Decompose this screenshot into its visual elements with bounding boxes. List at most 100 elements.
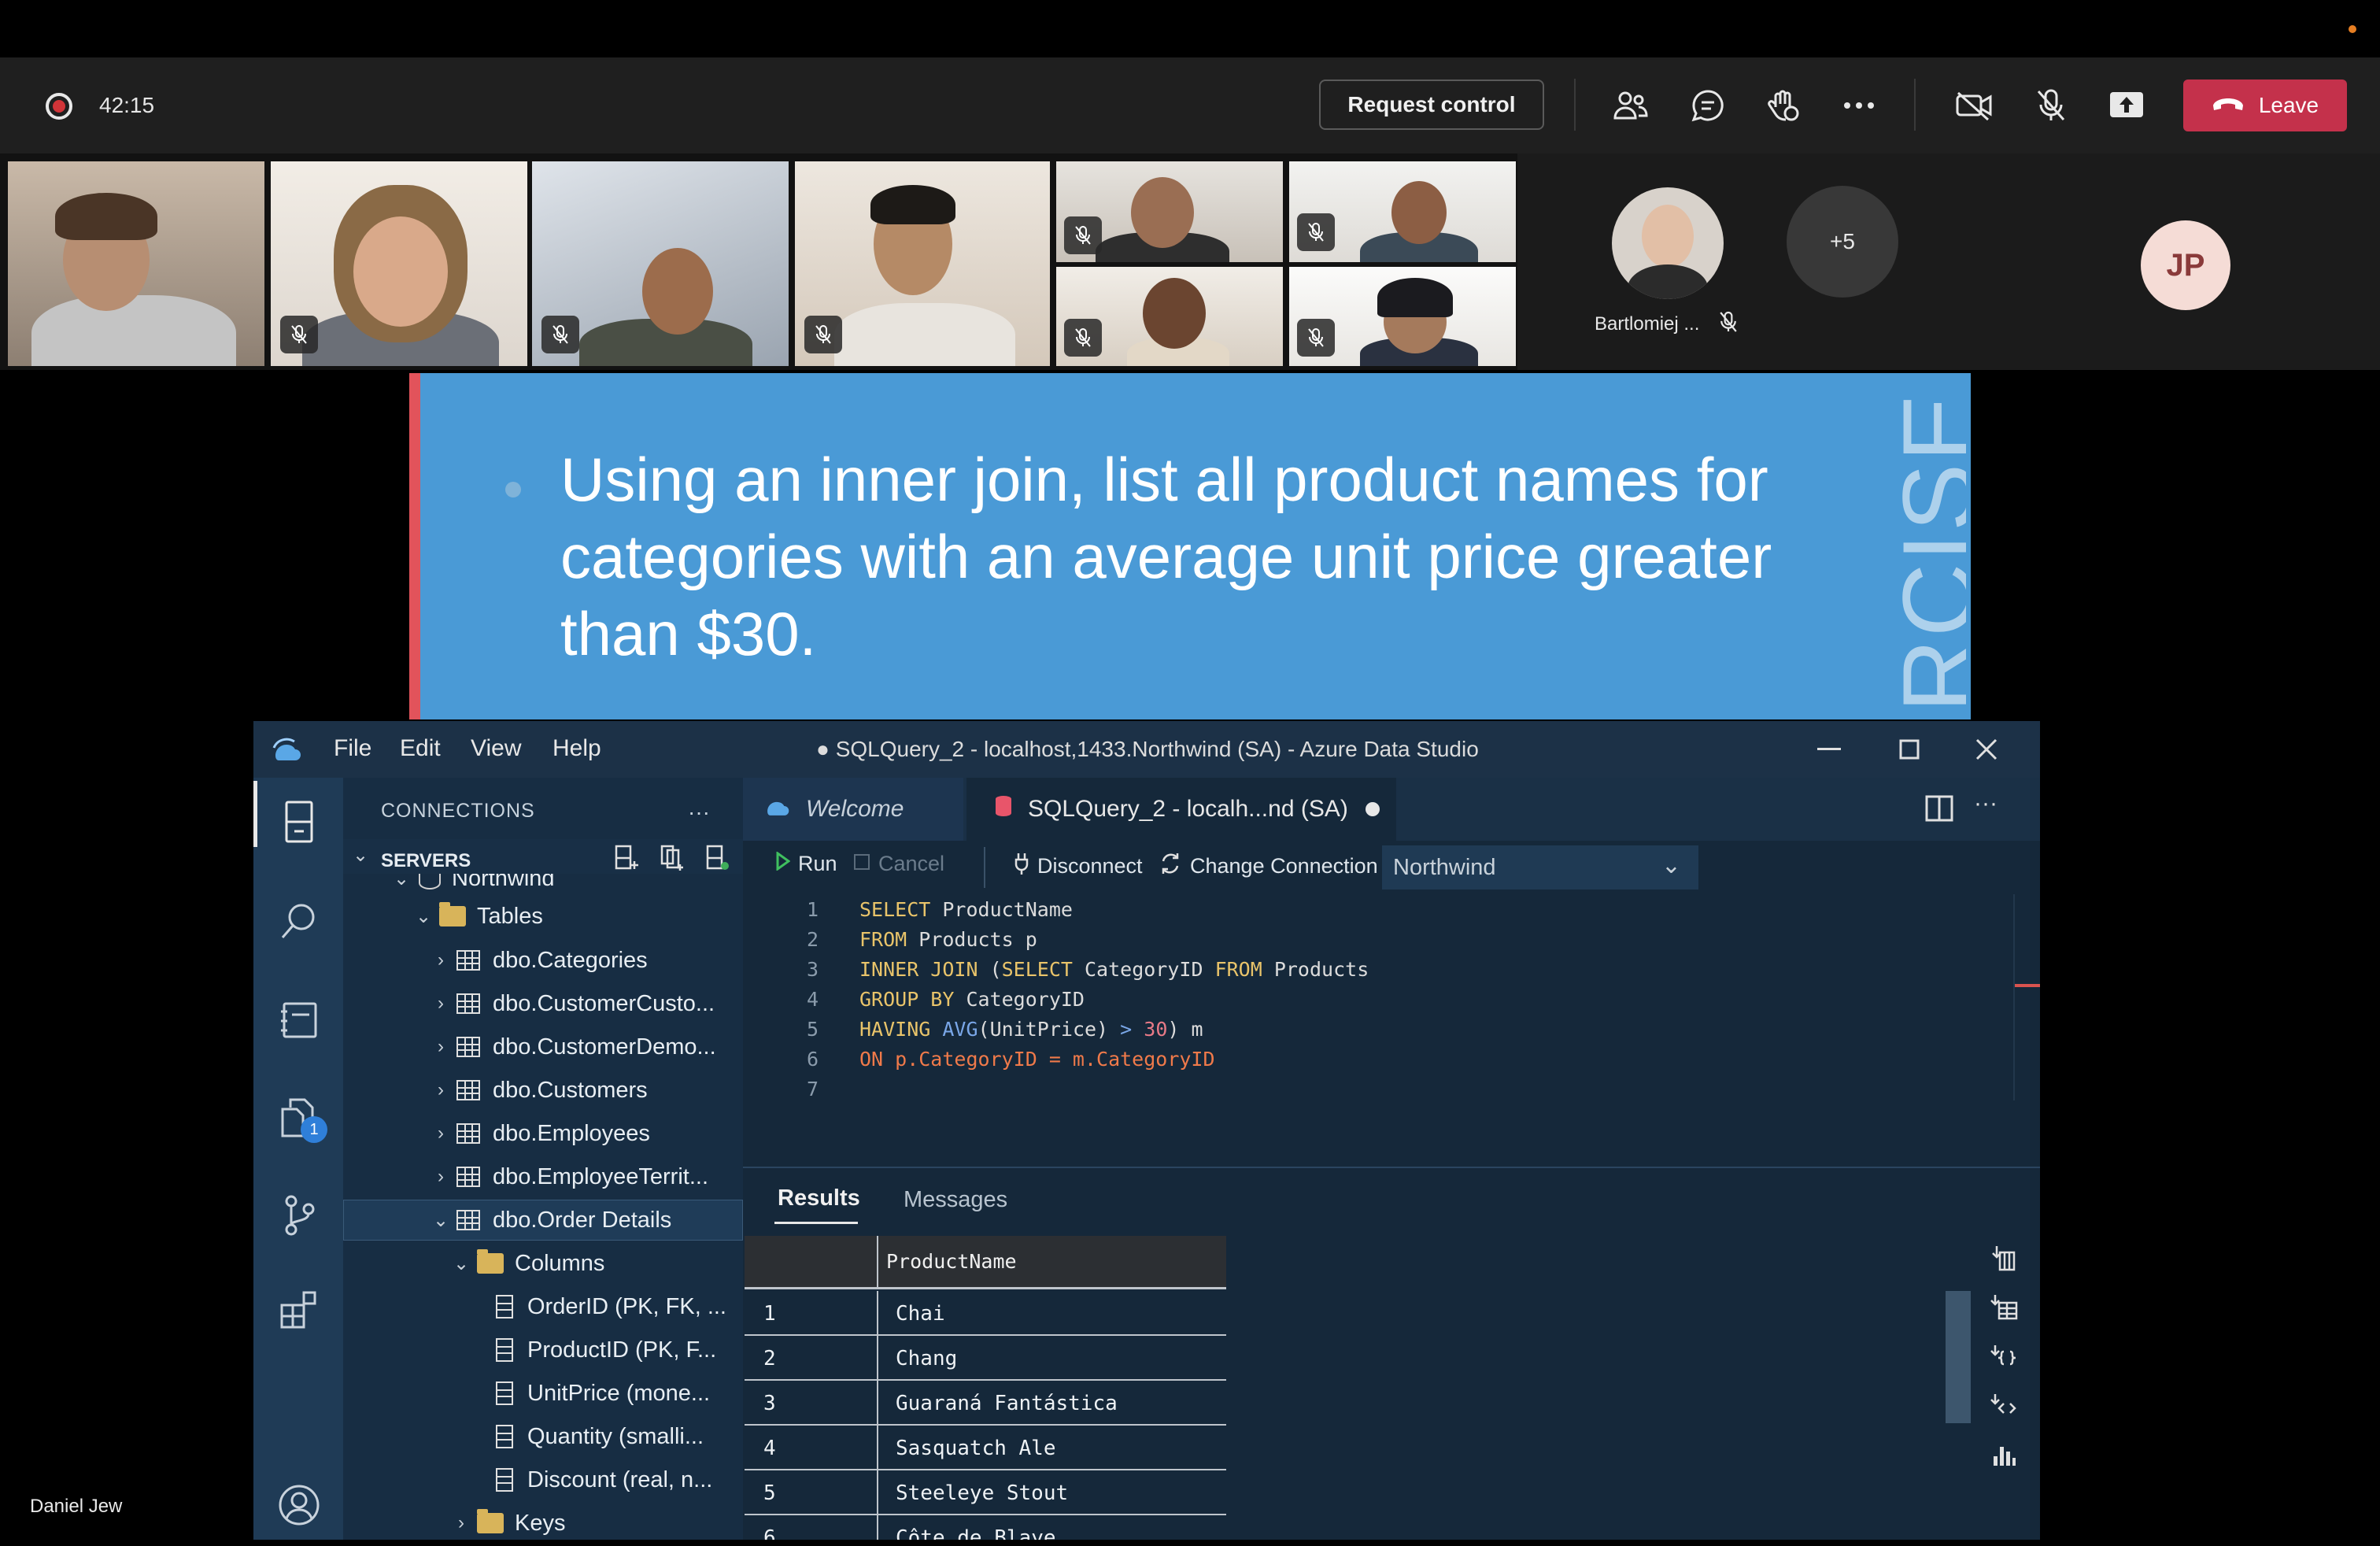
change-connection-button[interactable]: Change Connection [1159, 852, 1378, 881]
code-line[interactable]: 1 SELECT ProductName [743, 894, 2040, 924]
tree-item-columns[interactable]: ⌄ Columns [450, 1241, 604, 1285]
more-actions-icon[interactable]: ··· [688, 800, 710, 825]
code-line[interactable]: 2 FROM Products p [743, 924, 2040, 954]
tree-item-table[interactable]: › dbo.Categories [430, 938, 648, 982]
tree-item-table[interactable]: › dbo.EmployeeTerrit... [430, 1155, 708, 1199]
row-number: 3 [763, 1392, 776, 1415]
save-as-csv-icon[interactable] [1986, 1241, 2021, 1275]
participant-video[interactable] [1289, 161, 1516, 262]
participant-video[interactable] [1056, 161, 1283, 262]
column-icon [496, 1295, 513, 1319]
maximize-icon[interactable] [1892, 732, 1927, 767]
notebooks-icon[interactable] [277, 998, 321, 1042]
tree-item-label: OrderID (PK, FK, ... [527, 1293, 726, 1319]
menu-view[interactable]: View [471, 735, 521, 762]
save-as-xml-icon[interactable] [1986, 1389, 2021, 1423]
tree-item-column[interactable]: OrderID (PK, FK, ... [491, 1285, 726, 1329]
chevron-right-icon: › [438, 1123, 444, 1144]
cancel-button[interactable]: Cancel [853, 852, 944, 876]
close-icon[interactable] [1969, 732, 2004, 767]
chevron-down-icon: ⌄ [1661, 853, 1681, 878]
code-line[interactable]: 7 [743, 1074, 2040, 1104]
menu-edit[interactable]: Edit [400, 735, 441, 762]
tab-results[interactable]: Results [778, 1185, 860, 1211]
active-connections-icon[interactable] [705, 844, 730, 876]
new-server-group-icon[interactable] [660, 844, 685, 876]
meeting-timer: 42:15 [99, 93, 155, 117]
new-connection-icon[interactable] [614, 844, 639, 876]
results-scrollbar[interactable] [1946, 1291, 1971, 1423]
account-icon[interactable] [277, 1483, 321, 1527]
table-row[interactable]: 6 Côte de Blaye [745, 1515, 1226, 1540]
save-as-json-icon[interactable] [1986, 1340, 2021, 1374]
table-row[interactable]: 4 Sasquatch Ale [745, 1426, 1226, 1470]
code-line[interactable]: 4 GROUP BY CategoryID [743, 984, 2040, 1014]
tree-item-column[interactable]: ProductID (PK, F... [491, 1328, 716, 1372]
tree-item-label: UnitPrice (mone... [527, 1380, 711, 1406]
chat-icon[interactable] [1687, 85, 1728, 126]
chevron-down-icon: ⌄ [432, 1209, 449, 1231]
menu-file[interactable]: File [334, 735, 371, 762]
request-control-button[interactable]: Request control [1319, 80, 1544, 130]
tree-item-column[interactable]: Discount (real, n... [491, 1458, 712, 1502]
participants-icon[interactable] [1610, 85, 1651, 126]
line-number: 1 [806, 897, 819, 921]
extensions-icon[interactable] [277, 1288, 321, 1332]
table-icon [456, 1210, 480, 1230]
code-line[interactable]: 6 ON p.CategoryID = m.CategoryID [743, 1044, 2040, 1074]
table-row[interactable]: 3 Guaraná Fantástica [745, 1381, 1226, 1426]
more-options-icon[interactable] [1839, 85, 1879, 126]
table-row[interactable]: 1 Chai [745, 1291, 1226, 1336]
participant-video[interactable] [1056, 267, 1283, 366]
run-button[interactable]: Run [776, 851, 837, 876]
connections-icon[interactable] [277, 800, 321, 844]
tree-item-keys[interactable]: › Keys [450, 1501, 565, 1540]
row-number: 1 [763, 1302, 776, 1326]
more-participants-button[interactable]: +5 [1787, 186, 1898, 298]
tree-item-table-selected[interactable]: ⌄ dbo.Order Details [430, 1198, 671, 1242]
participant-video[interactable] [271, 161, 527, 366]
table-row[interactable]: 5 Steeleye Stout [745, 1470, 1226, 1515]
menu-help[interactable]: Help [552, 735, 601, 762]
save-as-excel-icon[interactable] [1986, 1289, 2021, 1324]
share-screen-icon[interactable] [2106, 85, 2147, 126]
disconnect-button[interactable]: Disconnect [1014, 852, 1143, 881]
tree-item-table[interactable]: › dbo.CustomerCusto... [430, 982, 715, 1026]
participant-video[interactable] [1289, 267, 1516, 366]
recording-icon [46, 93, 72, 120]
tree-item-table[interactable]: › dbo.CustomerDemo... [430, 1025, 716, 1069]
tree-item-column[interactable]: Quantity (smalli... [491, 1415, 704, 1459]
tree-item-tables[interactable]: ⌄ Tables [412, 894, 543, 938]
code-line[interactable]: 3 INNER JOIN (SELECT CategoryID FROM Prod… [743, 954, 2040, 984]
chart-icon[interactable] [1986, 1437, 2021, 1472]
tree-item-table[interactable]: › dbo.Employees [430, 1111, 650, 1156]
split-editor-icon[interactable] [1925, 795, 1953, 826]
chevron-right-icon: › [438, 993, 444, 1014]
leave-button[interactable]: Leave [2183, 80, 2347, 131]
change-connection-icon [1159, 852, 1182, 881]
source-control-icon[interactable] [277, 1193, 321, 1237]
toolbar-divider [1574, 79, 1576, 131]
code-line[interactable]: 5 HAVING AVG(UnitPrice) > 30) m [743, 1014, 2040, 1044]
avatar[interactable] [1612, 187, 1724, 299]
raise-hand-icon[interactable] [1763, 85, 1804, 126]
search-icon[interactable] [277, 899, 321, 943]
tab-welcome[interactable]: Welcome [743, 778, 963, 841]
minimize-icon[interactable] [1812, 732, 1846, 767]
window-title: ● SQLQuery_2 - localhost,1433.Northwind … [816, 737, 1479, 761]
participant-video[interactable] [795, 161, 1050, 366]
column-header[interactable]: ProductName [886, 1250, 1017, 1273]
tree-item-table[interactable]: › dbo.Customers [430, 1068, 648, 1112]
participant-video[interactable] [532, 161, 789, 366]
table-row[interactable]: 2 Chang [745, 1336, 1226, 1381]
tab-query[interactable]: SQLQuery_2 - localh...nd (SA) [966, 778, 1396, 841]
tab-messages[interactable]: Messages [904, 1187, 1007, 1213]
camera-off-icon[interactable] [1953, 85, 1994, 126]
database-select[interactable]: Northwind ⌄ [1382, 845, 1698, 890]
tree-item-column[interactable]: UnitPrice (mone... [491, 1371, 710, 1415]
meeting-toolbar [0, 57, 2380, 153]
more-actions-icon[interactable]: ··· [1974, 790, 1998, 817]
mic-off-icon[interactable] [2031, 85, 2071, 126]
participant-video[interactable] [8, 161, 264, 366]
cell-value: Côte de Blaye [896, 1526, 1056, 1540]
